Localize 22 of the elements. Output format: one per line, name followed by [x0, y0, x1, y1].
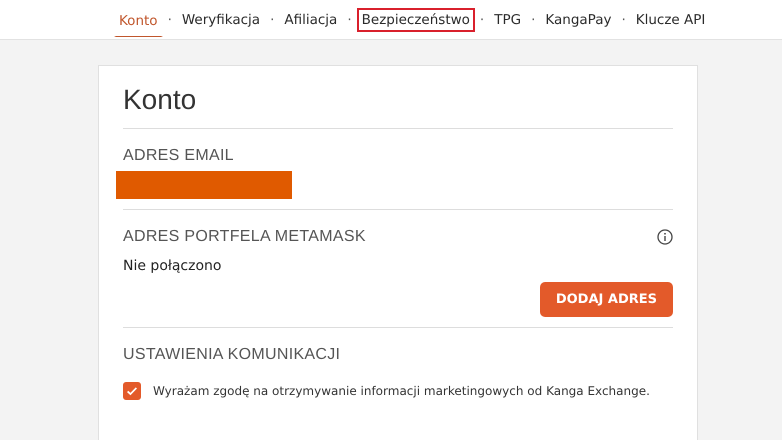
- nav-tab[interactable]: TPG: [489, 8, 526, 32]
- separator-dot: ·: [531, 12, 536, 28]
- separator-dot: ·: [621, 12, 626, 28]
- section-heading: ADRES EMAIL: [123, 147, 235, 165]
- separator-dot: ·: [480, 12, 484, 28]
- separator-dot: ·: [168, 12, 172, 28]
- nav-tab[interactable]: Konto: [114, 9, 163, 37]
- info-icon[interactable]: [657, 229, 673, 245]
- card-title: Konto: [123, 84, 673, 129]
- section-heading: USTAWIENIA KOMUNIKACJI: [123, 346, 342, 364]
- nav-tab[interactable]: Weryfikacja: [176, 8, 266, 32]
- checkbox[interactable]: [123, 382, 141, 400]
- nav-tab[interactable]: Klucze API: [630, 8, 710, 32]
- separator-dot: ·: [270, 12, 274, 28]
- nav-tab[interactable]: Bezpieczeństwo: [356, 8, 475, 32]
- separator-dot: ·: [347, 12, 352, 28]
- section-heading: ADRES PORTFELA METAMASK: [123, 228, 366, 246]
- wallet-status: Nie połączono: [123, 258, 222, 274]
- add-address-button[interactable]: DODAJ ADRES: [540, 282, 673, 317]
- consent-label: Wyrażam zgodę na otrzymywanie informacji marketingowych od Kanga Exchange.: [153, 384, 650, 398]
- nav-tab[interactable]: KangaPay: [540, 8, 616, 32]
- nav-tab[interactable]: Afiliacja: [279, 8, 342, 32]
